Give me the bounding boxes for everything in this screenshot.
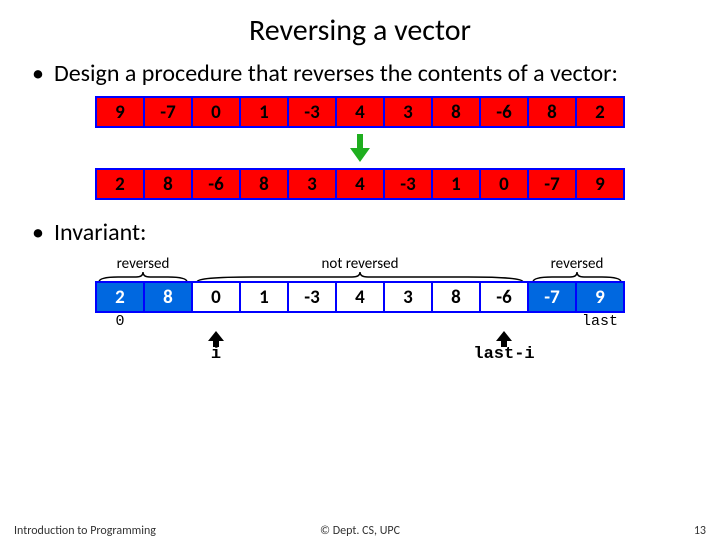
- cell: 8: [239, 168, 289, 200]
- footer-center: © Dept. CS, UPC: [0, 524, 720, 538]
- cell: 8: [143, 168, 193, 200]
- bullet-design: • Design a procedure that reverses the c…: [28, 59, 692, 88]
- invariant-diagram: reversed not reversed reversed 2 8: [28, 255, 692, 371]
- cell: -3: [287, 96, 337, 128]
- arrow-down-icon: [28, 134, 692, 162]
- cell: 0: [191, 96, 241, 128]
- cell: -3: [383, 168, 433, 200]
- pointer-last-i: last-i: [473, 345, 534, 364]
- cell: 8: [527, 96, 577, 128]
- vector-invariant: 2 8 0 1 -3 4 3 8 -6 -7 9: [28, 281, 692, 313]
- cell-reversed: 8: [143, 281, 193, 313]
- bullet-invariant-text: Invariant:: [54, 218, 146, 247]
- page-number: 13: [694, 524, 706, 538]
- cell: 8: [431, 96, 481, 128]
- cell-reversed: -7: [527, 281, 577, 313]
- cell: 4: [335, 168, 385, 200]
- bullet-invariant: • Invariant:: [28, 218, 692, 247]
- cell: 3: [383, 96, 433, 128]
- cell-unrev: -6: [479, 281, 529, 313]
- bullet-dot-icon: •: [32, 218, 44, 247]
- slide-title: Reversing a vector: [0, 12, 720, 49]
- cell: -7: [143, 96, 193, 128]
- cell-unrev: -3: [287, 281, 337, 313]
- cell-unrev: 1: [239, 281, 289, 313]
- cell-reversed: 2: [95, 281, 145, 313]
- bullet-design-text: Design a procedure that reverses the con…: [54, 59, 618, 88]
- bullet-dot-icon: •: [32, 59, 44, 88]
- index-last: last: [575, 313, 625, 331]
- cell: 1: [239, 96, 289, 128]
- cell-unrev: 4: [335, 281, 385, 313]
- index-zero: 0: [95, 313, 145, 331]
- cell-reversed: 9: [575, 281, 625, 313]
- cell: 3: [287, 168, 337, 200]
- cell: -6: [191, 168, 241, 200]
- cell: 2: [575, 96, 625, 128]
- cell: 9: [95, 96, 145, 128]
- cell: 2: [95, 168, 145, 200]
- cell: 9: [575, 168, 625, 200]
- index-row: 0 last: [28, 313, 692, 331]
- cell-unrev: 0: [191, 281, 241, 313]
- cell-unrev: 8: [431, 281, 481, 313]
- cell: -6: [479, 96, 529, 128]
- vector-before: 9 -7 0 1 -3 4 3 8 -6 8 2: [28, 96, 692, 128]
- cell: 1: [431, 168, 481, 200]
- cell: 4: [335, 96, 385, 128]
- vector-after: 2 8 -6 8 3 4 -3 1 0 -7 9: [28, 168, 692, 200]
- cell: 0: [479, 168, 529, 200]
- cell: -7: [527, 168, 577, 200]
- cell-unrev: 3: [383, 281, 433, 313]
- pointer-i: i: [211, 345, 221, 364]
- pointer-row: i last-i: [28, 331, 692, 371]
